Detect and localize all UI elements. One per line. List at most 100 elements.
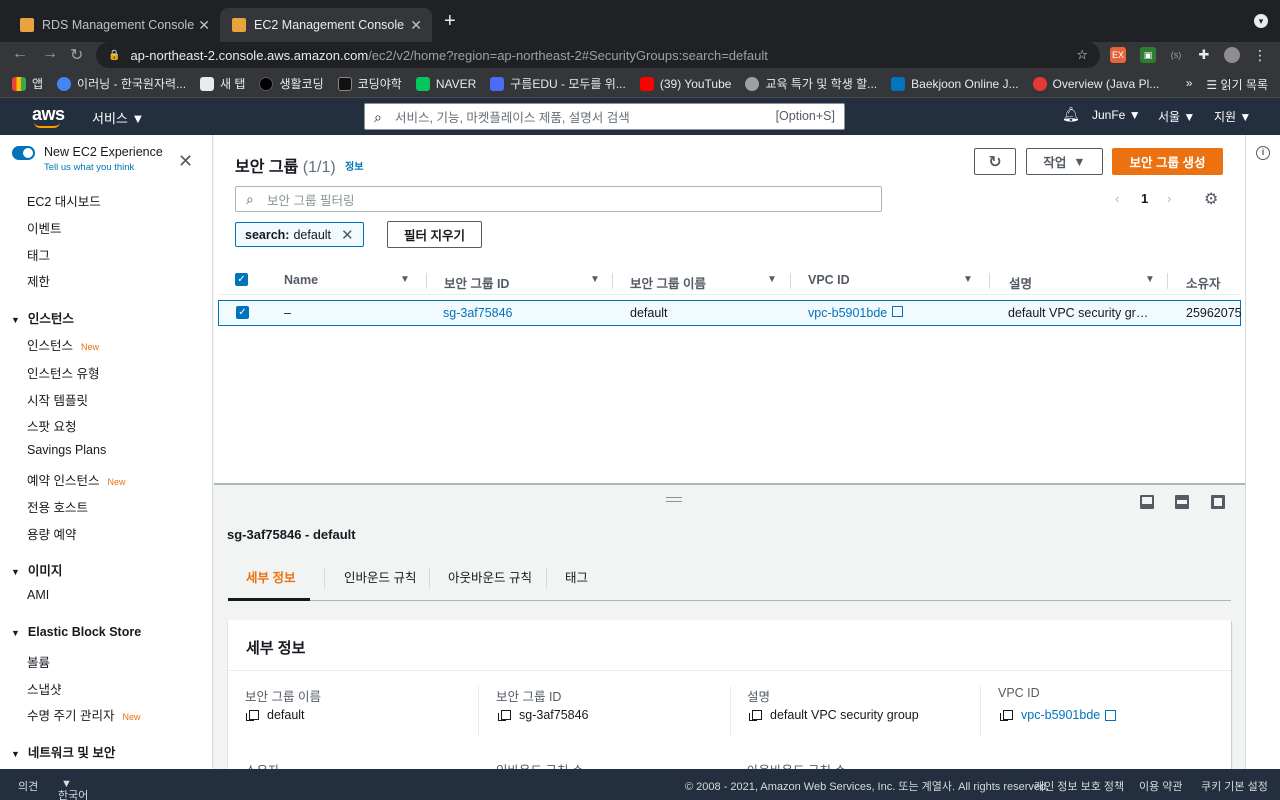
reload-icon[interactable]: ↻ — [70, 45, 83, 65]
sidebar-item-dedicated-hosts[interactable]: 전용 호스트 — [27, 497, 88, 516]
close-tab-icon[interactable]: ✕ — [198, 17, 210, 34]
extension-icon[interactable]: EX — [1110, 47, 1126, 63]
bookmark-item[interactable]: 새 탭 — [200, 75, 245, 92]
new-tab-icon[interactable]: + — [444, 10, 456, 33]
browser-tab-ec2[interactable]: EC2 Management Console ✕ — [220, 8, 432, 42]
services-menu[interactable]: 서비스 ▼ — [92, 108, 144, 127]
sidebar-section-ebs[interactable]: ▼ Elastic Block Store — [11, 625, 141, 639]
sidebar-item-ami[interactable]: AMI — [27, 588, 49, 602]
account-menu[interactable]: JunFe ▼ — [1092, 108, 1141, 122]
browser-tab-rds[interactable]: RDS Management Console ✕ — [8, 8, 220, 42]
bookmark-item[interactable]: Baekjoon Online J... — [891, 76, 1019, 91]
page-number[interactable]: 1 — [1141, 191, 1148, 206]
clear-filters-button[interactable]: 필터 지우기 — [387, 221, 482, 248]
row-checkbox[interactable]: ✓ — [236, 306, 249, 319]
sidebar-item-reserved-instances[interactable]: 예약 인스턴스 New — [27, 470, 126, 489]
column-description[interactable]: 설명 ▼ — [1009, 273, 1155, 292]
support-menu[interactable]: 지원 ▼ — [1214, 108, 1251, 125]
column-sg-id[interactable]: 보안 그룹 ID ▼ — [444, 273, 600, 292]
bookmark-item[interactable]: (39) YouTube — [639, 76, 731, 91]
bookmark-item[interactable]: NAVER — [415, 76, 476, 91]
notifications-bell-icon[interactable]: 🔔︎ — [1062, 106, 1080, 123]
field-value-vpc-id[interactable]: vpc-b5901bde — [1000, 708, 1117, 722]
language-selector[interactable]: 한국어 ▼ — [58, 778, 88, 800]
cell-sg-id-link[interactable]: sg-3af75846 — [443, 306, 513, 320]
tab-outbound-rules[interactable]: 아웃바운드 규칙 — [448, 567, 532, 586]
remove-token-icon[interactable]: ✕ — [341, 226, 354, 244]
back-icon[interactable]: ← — [12, 45, 28, 63]
sidebar-item-savings-plans[interactable]: Savings Plans — [27, 443, 106, 457]
feedback-link[interactable]: 의견 — [18, 778, 38, 794]
sidebar-item-snapshots[interactable]: 스냅샷 — [27, 679, 62, 698]
bookmark-item[interactable]: Overview (Java Pl... — [1032, 76, 1159, 91]
sidebar-section-images[interactable]: ▼ 이미지 — [11, 560, 62, 579]
url-input[interactable]: 🔒 ap-northeast-2.console.aws.amazon.com /… — [96, 42, 1100, 68]
table-row[interactable]: ✓ – sg-3af75846 default vpc-b5901bde def… — [218, 300, 1242, 326]
tab-tags[interactable]: 태그 — [565, 567, 588, 586]
tab-details[interactable]: 세부 정보 — [246, 567, 295, 586]
copy-icon[interactable] — [246, 710, 259, 721]
select-all-checkbox[interactable]: ✓ — [235, 273, 248, 286]
forward-icon[interactable]: → — [42, 45, 58, 63]
column-name[interactable]: Name ▼ — [284, 273, 410, 287]
copy-icon[interactable] — [498, 710, 511, 721]
create-security-group-button[interactable]: 보안 그룹 생성 — [1112, 148, 1223, 175]
info-icon[interactable]: i — [1256, 146, 1270, 160]
new-experience-toggle[interactable] — [12, 146, 35, 160]
bookmark-item[interactable]: 이러닝 - 한국원자력... — [57, 75, 186, 92]
profile-avatar[interactable] — [1224, 47, 1240, 63]
bookmark-item[interactable]: 교육 특가 및 학생 할... — [745, 75, 877, 92]
sidebar-item-capacity-reservations[interactable]: 용량 예약 — [27, 524, 76, 543]
tab-search-icon[interactable]: ▾ — [1254, 14, 1268, 28]
cookie-preferences-link[interactable]: 쿠키 기본 설정 — [1201, 778, 1268, 794]
close-tab-icon[interactable]: ✕ — [410, 17, 422, 34]
sidebar-section-instances[interactable]: ▼ 인스턴스 — [11, 308, 74, 327]
browser-menu-icon[interactable]: ⋮ — [1252, 47, 1268, 63]
column-sg-name[interactable]: 보안 그룹 이름 ▼ — [630, 273, 777, 292]
close-icon[interactable]: ✕ — [178, 151, 193, 172]
info-link[interactable]: 정보 — [345, 158, 363, 173]
copy-icon[interactable] — [749, 710, 762, 721]
sidebar-item-instances[interactable]: 인스턴스 New — [27, 335, 99, 354]
sidebar-item-spot-requests[interactable]: 스팟 요청 — [27, 416, 76, 435]
previous-page-icon[interactable]: ‹ — [1115, 191, 1119, 206]
region-menu[interactable]: 서울 ▼ — [1158, 108, 1195, 125]
sidebar-section-network-security[interactable]: ▼ 네트워크 및 보안 — [11, 742, 115, 761]
bookmark-item[interactable]: 생활코딩 — [259, 75, 324, 92]
sidebar-item-volumes[interactable]: 볼륨 — [27, 652, 50, 671]
extensions-puzzle-icon[interactable]: ✚ — [1196, 47, 1212, 63]
column-vpc-id[interactable]: VPC ID ▼ — [808, 273, 973, 287]
tab-inbound-rules[interactable]: 인바운드 규칙 — [344, 567, 416, 586]
resize-handle-icon[interactable] — [666, 497, 682, 502]
feedback-link[interactable]: Tell us what you think — [44, 162, 134, 173]
sidebar-item-launch-templates[interactable]: 시작 템플릿 — [27, 390, 88, 409]
sidebar-item-tags[interactable]: 태그 — [27, 245, 50, 264]
view-split-bottom-icon[interactable] — [1140, 495, 1154, 509]
extension-icon[interactable]: (s) — [1168, 47, 1184, 63]
bookmarks-more-icon[interactable]: » — [1186, 76, 1193, 93]
copy-icon[interactable] — [1000, 710, 1013, 721]
privacy-policy-link[interactable]: 개인 정보 보호 정책 — [1034, 778, 1124, 794]
aws-logo[interactable]: aws — [32, 104, 65, 128]
view-split-side-icon[interactable] — [1175, 495, 1189, 509]
aws-search-input[interactable]: ⌕ 서비스, 기능, 마켓플레이스 제품, 설명서 검색 [Option+S] — [364, 103, 845, 130]
sidebar-item-dashboard[interactable]: EC2 대시보드 — [27, 191, 101, 210]
sidebar-item-instance-types[interactable]: 인스턴스 유형 — [27, 363, 99, 382]
sidebar-item-limits[interactable]: 제한 — [27, 271, 50, 290]
settings-gear-icon[interactable]: ⚙ — [1204, 189, 1218, 209]
bookmark-star-icon[interactable]: ☆ — [1076, 47, 1088, 63]
actions-button[interactable]: 작업 ▼ — [1026, 148, 1103, 175]
sidebar-item-lifecycle-manager[interactable]: 수명 주기 관리자 New — [27, 705, 140, 724]
refresh-button[interactable]: ↻ — [974, 148, 1016, 175]
next-page-icon[interactable]: › — [1167, 191, 1171, 206]
sidebar-item-events[interactable]: 이벤트 — [27, 218, 62, 237]
filter-input[interactable]: ⌕ 보안 그룹 필터링 — [235, 186, 882, 212]
column-owner[interactable]: 소유자 — [1186, 273, 1221, 292]
view-full-icon[interactable] — [1211, 495, 1225, 509]
terms-link[interactable]: 이용 약관 — [1139, 778, 1183, 794]
bookmark-apps[interactable]: 앱 — [12, 75, 43, 92]
bookmark-item[interactable]: 코딩야학 — [337, 75, 402, 92]
cell-vpc-id-link[interactable]: vpc-b5901bde — [808, 306, 904, 320]
bookmark-item[interactable]: 구름EDU - 모두를 위... — [490, 75, 626, 92]
reading-list[interactable]: ☰ 읽기 목록 — [1206, 76, 1268, 93]
